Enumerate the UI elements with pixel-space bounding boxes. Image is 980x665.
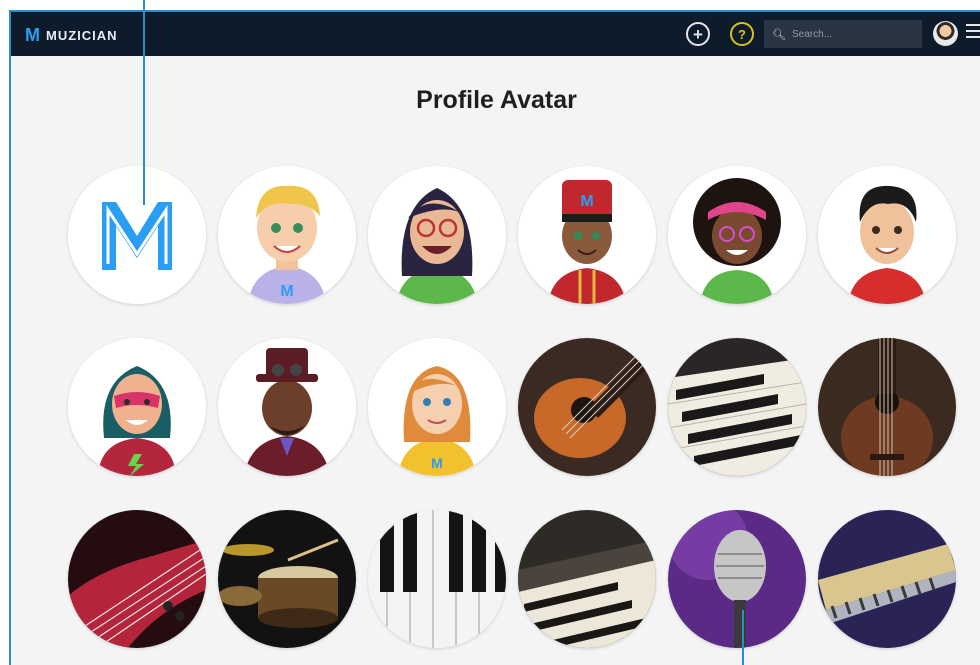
avatar-redhead-girl[interactable]: M <box>368 338 506 476</box>
avatar-drum-kit[interactable] <box>218 510 356 648</box>
brand-logo[interactable]: M MUZICIAN <box>25 25 118 46</box>
avatar-blond-boy[interactable]: M <box>218 166 356 304</box>
avatar-muzician-logo[interactable] <box>68 166 206 304</box>
avatar-microphone[interactable] <box>668 510 806 648</box>
avatar-harmonica[interactable] <box>818 510 956 648</box>
app-frame: M MUZICIAN + ? 🔍︎ Profile Avatar <box>9 10 980 665</box>
search-input[interactable] <box>791 28 912 40</box>
avatar-piano-keys-angled[interactable] <box>668 338 806 476</box>
avatar-drummer-boy[interactable]: M <box>518 166 656 304</box>
callout-line <box>143 0 145 205</box>
avatar-acoustic-guitar[interactable] <box>518 338 656 476</box>
plus-circle-icon[interactable]: + <box>686 22 710 46</box>
avatar-piano-keys[interactable] <box>368 510 506 648</box>
question-circle-icon[interactable]: ? <box>730 22 754 46</box>
avatar-steampunk-man[interactable] <box>218 338 356 476</box>
avatar-synthesizer[interactable] <box>518 510 656 648</box>
page-title: Profile Avatar <box>416 86 577 114</box>
svg-text:M: M <box>431 455 443 471</box>
svg-text:M: M <box>280 283 293 300</box>
top-navigation-bar: M MUZICIAN + ? 🔍︎ <box>11 12 980 56</box>
avatar-bass-guitar[interactable] <box>68 510 206 648</box>
avatar-grid: M M M <box>68 166 956 648</box>
svg-text:M: M <box>580 193 593 210</box>
user-avatar[interactable] <box>933 21 958 46</box>
callout-line <box>742 610 744 665</box>
avatar-ukulele[interactable] <box>818 338 956 476</box>
avatar-dark-hair-boy[interactable] <box>818 166 956 304</box>
hamburger-menu-icon[interactable] <box>966 24 980 40</box>
avatar-glasses-girl[interactable] <box>368 166 506 304</box>
brand-mark: M <box>25 25 40 45</box>
avatar-superhero-girl[interactable] <box>68 338 206 476</box>
search-icon: 🔍︎ <box>772 28 786 41</box>
avatar-afro-girl[interactable] <box>668 166 806 304</box>
search-box: 🔍︎ <box>764 20 922 48</box>
brand-name: MUZICIAN <box>46 28 118 43</box>
